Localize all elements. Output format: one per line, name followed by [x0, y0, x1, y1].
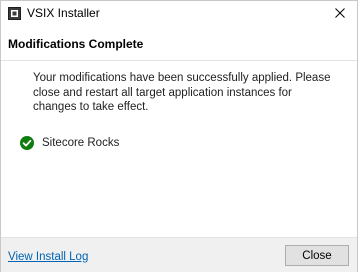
footer: View Install Log Close [1, 237, 357, 272]
view-install-log-link[interactable]: View Install Log [8, 251, 88, 263]
close-icon[interactable] [327, 1, 353, 25]
list-item: Sitecore Rocks [20, 135, 119, 151]
vsix-installer-icon [8, 7, 21, 20]
header: Modifications Complete [1, 27, 357, 61]
success-check-icon [20, 136, 34, 150]
window-title: VSIX Installer [27, 6, 100, 20]
status-message: Your modifications have been successfull… [33, 72, 331, 113]
extension-name: Sitecore Rocks [42, 137, 120, 149]
close-button[interactable]: Close [285, 245, 349, 266]
page-title: Modifications Complete [8, 37, 144, 51]
title-bar: VSIX Installer [1, 1, 357, 27]
installer-window: VSIX Installer Modifications Complete Yo… [0, 0, 358, 272]
content-area: Your modifications have been successfull… [1, 61, 357, 237]
